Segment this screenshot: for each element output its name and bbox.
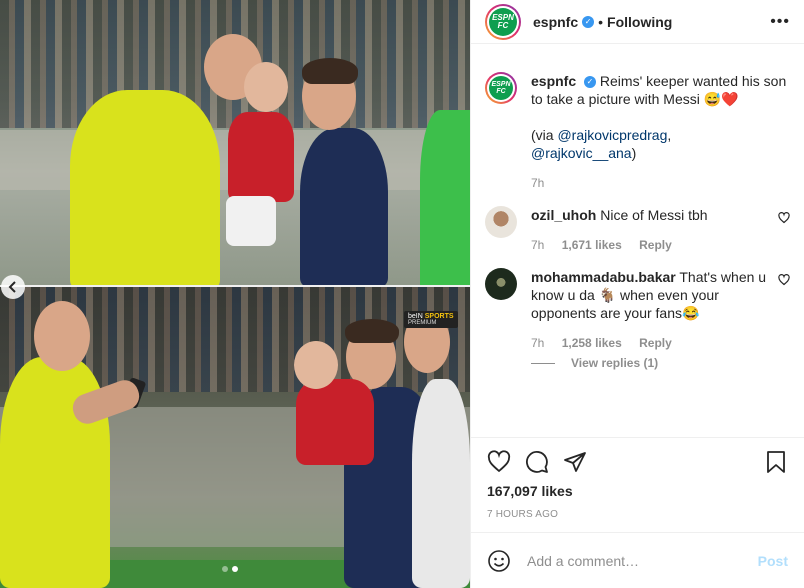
emoji-button[interactable] (487, 549, 511, 573)
child-figure (228, 112, 294, 202)
comment-text: Nice of Messi tbh (600, 207, 708, 223)
reply-button[interactable]: Reply (639, 238, 672, 252)
carousel-dot-2 (232, 566, 238, 572)
more-options-icon[interactable]: ••• (770, 13, 790, 31)
mention-link[interactable]: @rajkovic__ana (531, 145, 632, 161)
mention-link[interactable]: @rajkovicpredrag (557, 127, 667, 143)
header-username[interactable]: espnfc (533, 14, 578, 30)
post-header: ESPN FC espnfc ✓ • Following ••• (471, 0, 804, 44)
carousel-indicator (222, 566, 238, 572)
avatar[interactable]: ESPN FC (485, 3, 521, 40)
likes-count[interactable]: 167,097 likes (487, 483, 573, 499)
carousel-prev-button[interactable] (1, 275, 25, 299)
reply-button[interactable]: Reply (639, 336, 672, 350)
messi-figure (300, 128, 388, 285)
posted-time[interactable]: 7 HOURS AGO (487, 509, 558, 520)
heart-icon (487, 449, 511, 472)
emoji-icon (488, 549, 510, 572)
save-button[interactable] (764, 450, 788, 474)
verified-badge-icon: ✓ (584, 76, 597, 89)
photo-top-messi-with-keeper (0, 0, 470, 285)
share-button[interactable] (563, 450, 587, 474)
bookmark-icon (767, 450, 785, 473)
comment-username[interactable]: ozil_uhoh (531, 207, 596, 223)
caption: ESPN FC espnfc ✓ Reims' keeper wanted hi… (485, 72, 790, 192)
comment-likes[interactable]: 1,671 likes (562, 238, 622, 252)
comments-list[interactable]: ESPN FC espnfc ✓ Reims' keeper wanted hi… (471, 72, 804, 437)
post-side-panel: ESPN FC espnfc ✓ • Following ••• ESPN FC (470, 0, 804, 588)
child-head (244, 62, 288, 112)
comment-username[interactable]: mohammadabu.bakar (531, 269, 676, 285)
action-bar (471, 437, 804, 485)
verified-badge-icon: ✓ (582, 15, 595, 28)
comment: ozil_uhoh Nice of Messi tbh 7h 1,671 lik… (485, 206, 790, 254)
comment-button[interactable] (525, 450, 549, 474)
following-button[interactable]: Following (607, 14, 672, 30)
broadcast-logo: beIN SPORTS PREMIUM (404, 311, 458, 328)
chevron-left-icon (8, 281, 16, 293)
comment-icon (526, 450, 548, 473)
avatar[interactable] (485, 206, 517, 238)
avatar[interactable] (485, 268, 517, 300)
comment-likes[interactable]: 1,258 likes (562, 336, 622, 350)
photo-bottom-keeper-taking-picture (0, 287, 470, 588)
view-replies-button[interactable]: View replies (1) (531, 356, 790, 370)
child-head-photo (294, 341, 338, 389)
carousel-dot-1 (222, 566, 228, 572)
heart-icon[interactable] (778, 274, 790, 286)
child-figure-photo (296, 379, 374, 465)
post-button[interactable]: Post (758, 553, 788, 569)
comment: mohammadabu.bakar That's when u know u d… (485, 268, 790, 352)
separator: • (598, 13, 604, 30)
post-media[interactable]: beIN SPORTS PREMIUM (0, 0, 470, 588)
comment-time[interactable]: 7h (531, 336, 544, 350)
caption-username[interactable]: espnfc (531, 73, 576, 89)
comment-input[interactable] (527, 552, 758, 569)
keeper-figure (70, 90, 220, 285)
caption-time[interactable]: 7h (531, 176, 544, 190)
reims-player (412, 379, 470, 588)
avatar[interactable]: ESPN FC (485, 72, 517, 104)
keeper-head-photo (34, 301, 90, 371)
comment-time[interactable]: 7h (531, 238, 544, 252)
share-icon (564, 451, 586, 472)
add-comment-bar: Post (471, 532, 804, 588)
like-button[interactable] (487, 449, 511, 474)
heart-icon[interactable] (778, 212, 790, 224)
